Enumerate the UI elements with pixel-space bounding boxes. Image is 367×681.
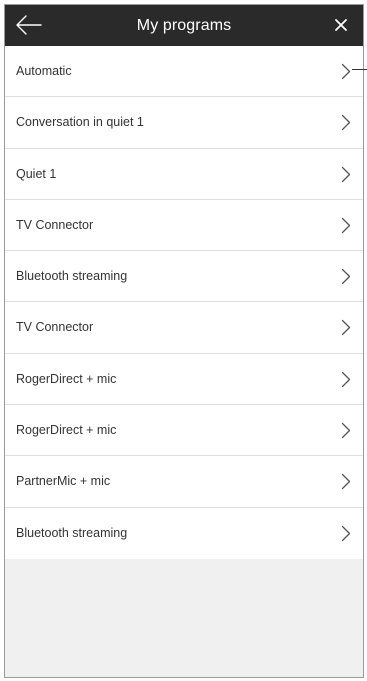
program-item-tv-connector[interactable]: TV Connector [5,302,363,354]
program-item-conversation-in-quiet[interactable]: Conversation in quiet 1 [5,97,363,149]
close-icon[interactable] [333,17,349,33]
program-label: PartnerMic + mic [16,474,111,489]
chevron-right-icon [341,63,351,80]
app-header: My programs [5,5,363,46]
program-label: TV Connector [16,320,94,335]
program-label: Automatic [16,64,72,78]
program-item-bluetooth-streaming[interactable]: Bluetooth streaming [5,251,363,303]
program-item-quiet[interactable]: Quiet 1 [5,148,363,200]
program-label: Bluetooth streaming [16,269,128,284]
program-item-automatic[interactable]: Automatic [5,46,363,98]
program-item-rogerdirect-mic[interactable]: RogerDirect + mic [5,405,363,457]
chevron-right-icon [341,269,351,285]
program-item-rogerdirect-mic[interactable]: RogerDirect + mic [5,353,363,406]
chevron-right-icon [341,166,351,182]
chevron-right-icon [341,217,351,234]
program-label: TV Connector [16,217,94,232]
page-title: My programs [136,17,232,34]
chevron-right-icon [341,474,351,490]
chevron-right-icon [341,320,351,336]
program-item-bluetooth-streaming[interactable]: Bluetooth streaming [5,507,363,559]
program-list: Automatic Conversation in quiet 1 Quiet … [5,46,363,559]
chevron-right-icon [341,115,351,131]
program-label: Bluetooth streaming [16,525,128,540]
chevron-right-icon [341,422,351,439]
program-item-partnermic-mic[interactable]: PartnerMic + mic [5,456,363,508]
annotation-leader-line [352,69,367,70]
program-label: Quiet 1 [16,166,57,181]
program-label: RogerDirect + mic [16,371,117,386]
phone-screen: My programs Automatic Conversation in qu… [4,4,364,678]
chevron-right-icon [341,371,351,387]
program-label: Conversation in quiet 1 [16,115,144,130]
chevron-right-icon [341,525,351,541]
program-label: RogerDirect + mic [16,423,117,438]
program-item-tv-connector[interactable]: TV Connector [5,199,363,252]
